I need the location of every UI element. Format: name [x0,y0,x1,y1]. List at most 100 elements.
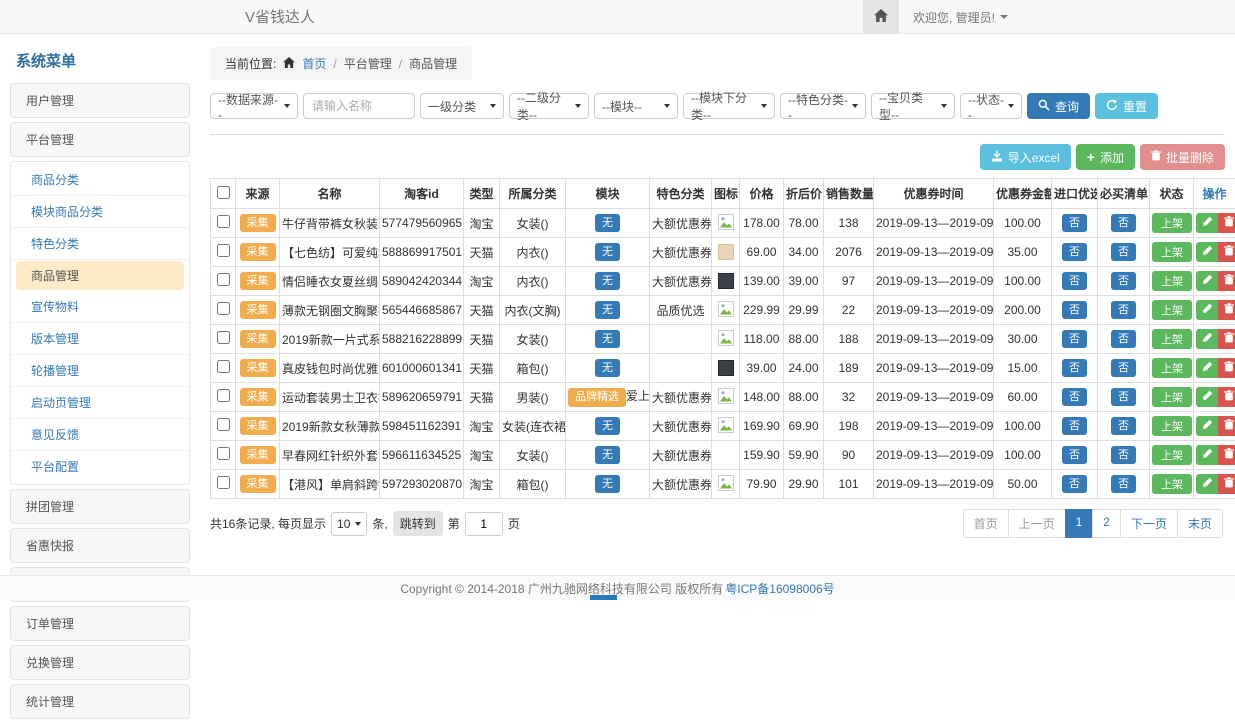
import-excel-button[interactable]: 导入excel [980,144,1071,170]
filter-item-type[interactable]: --宝贝类型-- [871,93,955,119]
sidebar-item-sub[interactable]: 商品分类 [11,164,189,196]
icp-link[interactable]: 粤ICP备16098006号 [725,580,834,597]
import-select-toggle[interactable]: 否 [1062,475,1087,493]
delete-button[interactable] [1218,416,1235,436]
edit-button[interactable] [1196,387,1218,407]
module-badge[interactable]: 无 [595,301,620,319]
source-badge[interactable]: 采集 [240,272,276,290]
import-select-toggle[interactable]: 否 [1062,301,1087,319]
user-menu[interactable]: 欢迎您, 管理员! [913,9,1008,26]
edit-button[interactable] [1196,329,1218,349]
import-select-toggle[interactable]: 否 [1062,243,1087,261]
edit-button[interactable] [1196,358,1218,378]
delete-button[interactable] [1218,242,1235,262]
sidebar-item-sub[interactable]: 特色分类 [11,228,189,260]
select-all-checkbox[interactable] [217,186,230,199]
edit-button[interactable] [1196,242,1218,262]
sidebar-item-sub[interactable]: 启动页管理 [11,387,189,419]
row-checkbox[interactable] [217,389,230,402]
breadcrumb-home-link[interactable]: 首页 [302,55,326,72]
edit-button[interactable] [1196,213,1218,233]
import-select-toggle[interactable]: 否 [1062,272,1087,290]
reset-button[interactable]: 重置 [1095,93,1158,119]
jump-page-input[interactable] [465,512,503,536]
must-buy-toggle[interactable]: 否 [1111,214,1136,232]
edit-button[interactable] [1196,300,1218,320]
source-badge[interactable]: 采集 [240,359,276,377]
module-badge[interactable]: 无 [595,243,620,261]
sidebar-item-top[interactable]: 省惠快报 [10,528,190,563]
row-checkbox[interactable] [217,244,230,257]
must-buy-toggle[interactable]: 否 [1111,301,1136,319]
source-badge[interactable]: 采集 [240,417,276,435]
edit-button[interactable] [1196,474,1218,494]
module-badge[interactable]: 无 [595,475,620,493]
row-checkbox[interactable] [217,418,230,431]
row-checkbox[interactable] [217,273,230,286]
page-button-下一页[interactable]: 下一页 [1120,509,1178,538]
delete-button[interactable] [1218,213,1235,233]
must-buy-toggle[interactable]: 否 [1111,272,1136,290]
edit-button[interactable] [1196,271,1218,291]
status-on-shelf-button[interactable]: 上架 [1152,242,1192,262]
must-buy-toggle[interactable]: 否 [1111,388,1136,406]
import-select-toggle[interactable]: 否 [1062,359,1087,377]
import-select-toggle[interactable]: 否 [1062,214,1087,232]
filter-module[interactable]: --模块-- [594,93,678,119]
source-badge[interactable]: 采集 [240,475,276,493]
filter-status[interactable]: --状态-- [960,93,1022,119]
status-on-shelf-button[interactable]: 上架 [1152,300,1192,320]
must-buy-toggle[interactable]: 否 [1111,243,1136,261]
page-button-首页[interactable]: 首页 [963,509,1009,538]
delete-button[interactable] [1218,474,1235,494]
delete-button[interactable] [1218,329,1235,349]
status-on-shelf-button[interactable]: 上架 [1152,213,1192,233]
source-badge[interactable]: 采集 [240,388,276,406]
delete-button[interactable] [1218,387,1235,407]
source-badge[interactable]: 采集 [240,301,276,319]
source-badge[interactable]: 采集 [240,446,276,464]
status-on-shelf-button[interactable]: 上架 [1152,329,1192,349]
must-buy-toggle[interactable]: 否 [1111,446,1136,464]
delete-button[interactable] [1218,445,1235,465]
edit-button[interactable] [1196,445,1218,465]
sidebar-item-top[interactable]: 平台管理 [10,122,190,157]
row-checkbox[interactable] [217,215,230,228]
source-badge[interactable]: 采集 [240,243,276,261]
sidebar-item-sub[interactable]: 宣传物料 [11,291,189,323]
row-checkbox[interactable] [217,476,230,489]
sidebar-item-sub[interactable]: 意见反馈 [11,419,189,451]
must-buy-toggle[interactable]: 否 [1111,330,1136,348]
page-size-select[interactable]: 10 [331,512,367,536]
status-on-shelf-button[interactable]: 上架 [1152,445,1192,465]
add-button[interactable]: + 添加 [1076,144,1135,170]
status-on-shelf-button[interactable]: 上架 [1152,358,1192,378]
status-on-shelf-button[interactable]: 上架 [1152,474,1192,494]
edit-button[interactable] [1196,416,1218,436]
status-on-shelf-button[interactable]: 上架 [1152,416,1192,436]
delete-button[interactable] [1218,300,1235,320]
sidebar-item-top[interactable]: 拼团管理 [10,489,190,524]
sidebar-item-sub[interactable]: 版本管理 [11,323,189,355]
sidebar-item-top[interactable]: 订单管理 [10,606,190,641]
batch-delete-button[interactable]: 批量删除 [1140,144,1225,170]
page-button-上一页[interactable]: 上一页 [1008,509,1066,538]
home-button[interactable] [863,0,899,34]
breadcrumb-item[interactable]: 平台管理 [344,55,392,72]
sidebar-item-top[interactable]: 用户管理 [10,83,190,118]
row-checkbox[interactable] [217,302,230,315]
sidebar-item-sub[interactable]: 模块商品分类 [11,196,189,228]
jump-to-button[interactable]: 跳转到 [393,511,443,536]
sidebar-item-active[interactable]: 商品管理 [16,261,184,290]
module-badge[interactable]: 无 [595,446,620,464]
module-badge[interactable]: 无 [595,359,620,377]
import-select-toggle[interactable]: 否 [1062,446,1087,464]
module-badge[interactable]: 品牌精选 [568,388,626,406]
filter-level1-category[interactable]: 一级分类 [420,93,504,119]
row-checkbox[interactable] [217,331,230,344]
search-button[interactable]: 查询 [1027,93,1090,119]
sidebar-item-sub[interactable]: 平台配置 [11,451,189,482]
module-badge[interactable]: 无 [595,417,620,435]
must-buy-toggle[interactable]: 否 [1111,475,1136,493]
module-badge[interactable]: 无 [595,214,620,232]
